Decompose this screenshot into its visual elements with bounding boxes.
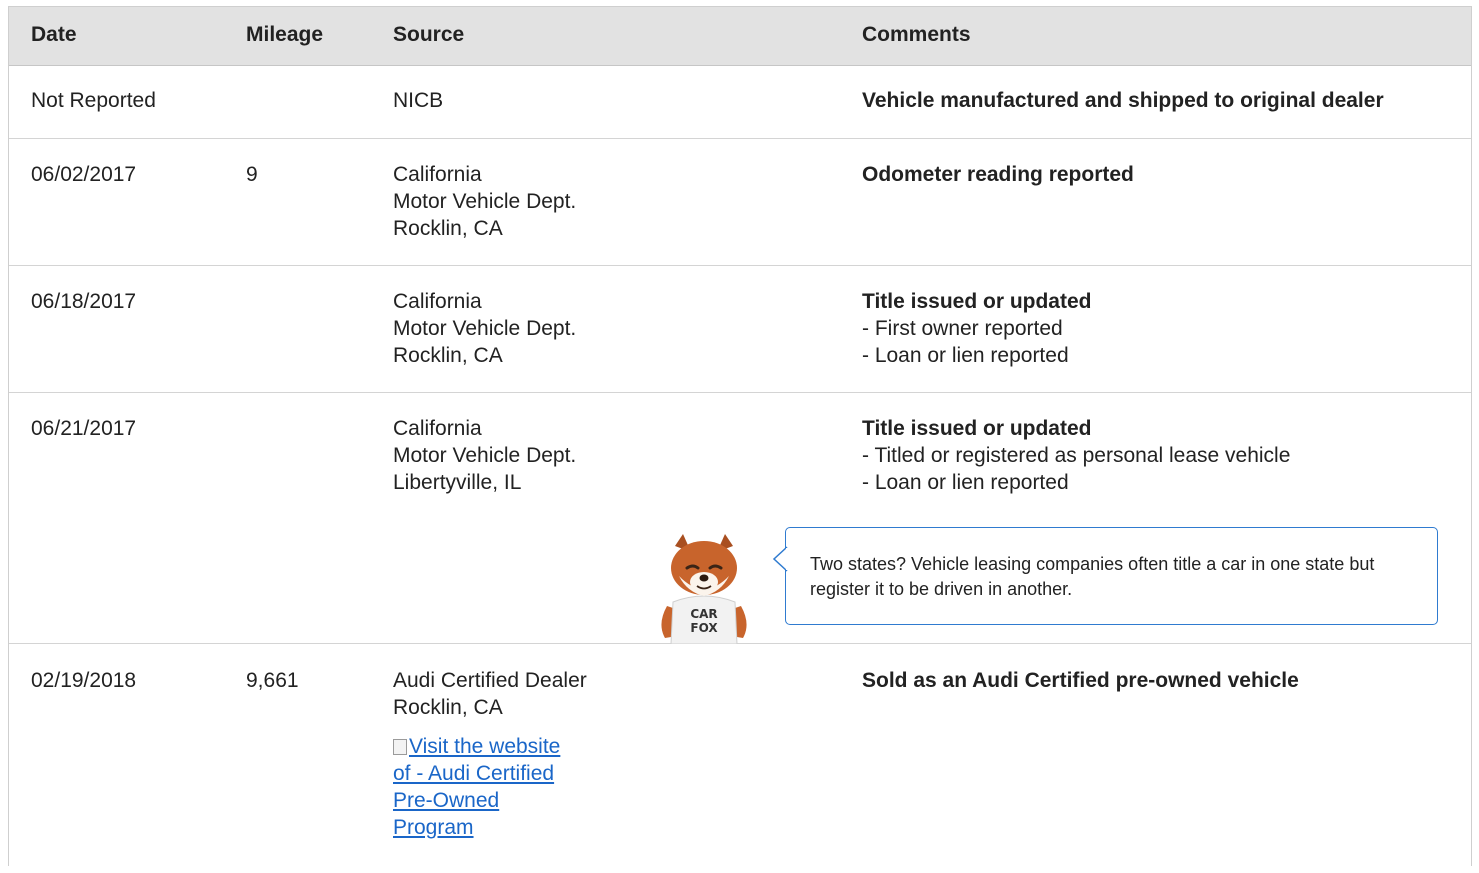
date-cell: 06/21/2017 [31, 417, 137, 440]
source-cell: NICB [393, 87, 443, 114]
comment-item: - Loan or lien reported [862, 344, 1069, 367]
dealer-website-link-text: Visit the website of - Audi Certified Pr… [393, 735, 561, 839]
comment-item: - Titled or registered as personal lease… [862, 444, 1291, 467]
source-cell: California Motor Vehicle Dept. Libertyvi… [393, 415, 576, 496]
vehicle-history-table: Date Mileage Source Comments Not Reporte… [8, 6, 1472, 866]
source-line: Rocklin, CA [393, 344, 503, 367]
broken-image-icon [393, 739, 407, 755]
source-line: California [393, 417, 482, 440]
date-cell: Not Reported [31, 89, 156, 112]
table-row: 06/18/2017 California Motor Vehicle Dept… [9, 265, 1471, 393]
source-cell: California Motor Vehicle Dept. Rocklin, … [393, 161, 576, 242]
table-row: Not Reported NICB Vehicle manufactured a… [9, 65, 1471, 139]
comment-title: Vehicle manufactured and shipped to orig… [862, 89, 1384, 112]
comments-cell: Vehicle manufactured and shipped to orig… [862, 87, 1384, 114]
comment-item: - Loan or lien reported [862, 471, 1069, 494]
mileage-cell: 9 [246, 163, 258, 186]
source-cell: Audi Certified Dealer Rocklin, CA Visit … [393, 667, 587, 841]
source-line: Libertyville, IL [393, 471, 522, 494]
source-line: Rocklin, CA [393, 696, 503, 719]
shirt-text: CAR [690, 607, 717, 621]
comments-cell: Title issued or updated - Titled or regi… [862, 415, 1290, 496]
comments-cell: Sold as an Audi Certified pre-owned vehi… [862, 667, 1299, 694]
callout-text: Two states? Vehicle leasing companies of… [810, 554, 1375, 599]
comment-title: Odometer reading reported [862, 163, 1134, 186]
comments-cell: Title issued or updated - First owner re… [862, 288, 1091, 369]
table-row: 02/19/2018 9,661 Audi Certified Dealer R… [9, 643, 1471, 873]
comment-title: Sold as an Audi Certified pre-owned vehi… [862, 669, 1299, 692]
info-callout: Two states? Vehicle leasing companies of… [772, 527, 1438, 625]
column-header-mileage: Mileage [246, 23, 324, 46]
carfox-mascot-icon: CAR FOX [649, 532, 759, 649]
table-header: Date Mileage Source Comments [9, 7, 1471, 66]
date-cell: 06/18/2017 [31, 290, 137, 313]
date-cell: 02/19/2018 [31, 669, 137, 692]
source-line: Motor Vehicle Dept. [393, 317, 577, 340]
source-line: Motor Vehicle Dept. [393, 444, 577, 467]
column-header-source: Source [393, 23, 465, 46]
date-cell: 06/02/2017 [31, 163, 137, 186]
mileage-cell: 9,661 [246, 669, 299, 692]
source-line: California [393, 163, 482, 186]
comments-cell: Odometer reading reported [862, 161, 1134, 188]
comment-title: Title issued or updated [862, 290, 1092, 313]
source-line: Audi Certified Dealer [393, 669, 587, 692]
source-line: Rocklin, CA [393, 217, 503, 240]
source-line: NICB [393, 89, 444, 112]
table-row: 06/02/2017 9 California Motor Vehicle De… [9, 138, 1471, 266]
shirt-text: FOX [690, 621, 718, 635]
source-line: Motor Vehicle Dept. [393, 190, 577, 213]
dealer-website-link[interactable]: Visit the website of - Audi Certified Pr… [393, 733, 573, 841]
column-header-comments: Comments [862, 23, 971, 46]
callout-pointer-icon [772, 546, 788, 572]
comment-item: - First owner reported [862, 317, 1063, 340]
source-cell: California Motor Vehicle Dept. Rocklin, … [393, 288, 576, 369]
comment-title: Title issued or updated [862, 417, 1092, 440]
source-line: California [393, 290, 482, 313]
column-header-date: Date [31, 23, 77, 46]
